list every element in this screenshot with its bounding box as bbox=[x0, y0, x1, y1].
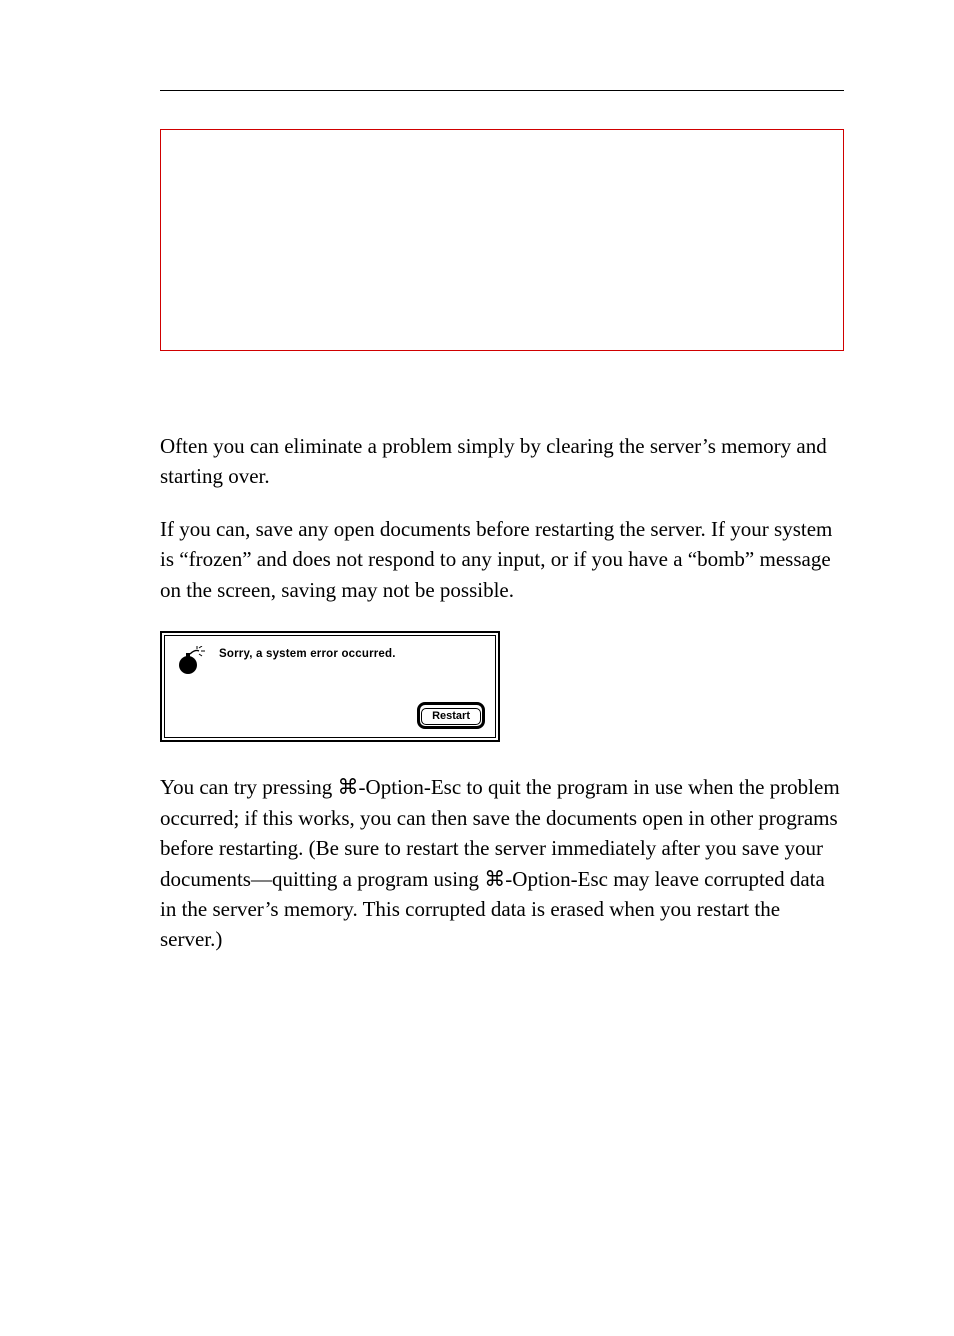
document-page: Often you can eliminate a problem simply… bbox=[0, 0, 954, 1336]
dialog-message: Sorry, a system error occurred. bbox=[219, 646, 396, 660]
top-divider bbox=[160, 90, 844, 91]
dialog-inner: Sorry, a system error occurred. Restart bbox=[164, 635, 496, 738]
restart-button-frame: Restart bbox=[417, 702, 485, 729]
system-error-dialog: Sorry, a system error occurred. Restart bbox=[160, 631, 500, 742]
paragraph-2: If you can, save any open documents befo… bbox=[160, 514, 844, 605]
error-dialog-figure: Sorry, a system error occurred. Restart bbox=[160, 631, 844, 742]
restart-button[interactable]: Restart bbox=[421, 708, 481, 725]
paragraph-1: Often you can eliminate a problem simply… bbox=[160, 431, 844, 492]
p3-part-a: You can try pressing bbox=[160, 775, 338, 799]
dialog-message-row: Sorry, a system error occurred. bbox=[175, 646, 485, 676]
command-key-icon: ⌘ bbox=[338, 775, 359, 799]
command-key-icon: ⌘ bbox=[484, 867, 505, 891]
bomb-icon bbox=[175, 646, 205, 676]
paragraph-3: You can try pressing ⌘-Option-Esc to qui… bbox=[160, 772, 844, 955]
warning-box bbox=[160, 129, 844, 351]
dialog-button-row: Restart bbox=[175, 702, 485, 729]
